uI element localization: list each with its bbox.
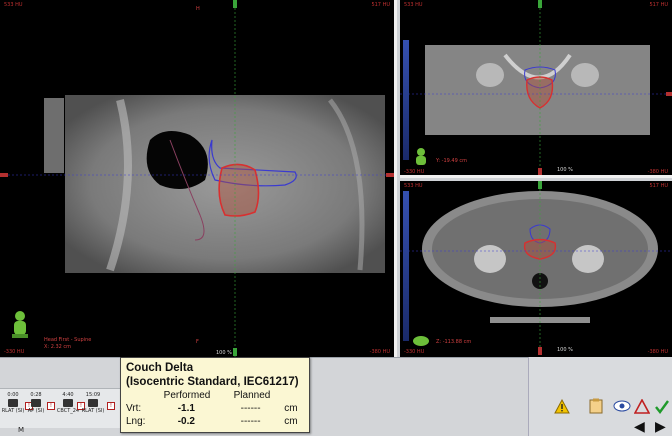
hu-label-top-right: 517 HU xyxy=(649,2,668,8)
crosshair-handle-top[interactable] xyxy=(538,181,542,189)
timeline-marker: M xyxy=(18,426,25,434)
coronal-image xyxy=(400,0,672,175)
zoom-level[interactable]: 100 % xyxy=(557,167,573,173)
hu-label-bottom-left: -330 HU xyxy=(404,349,425,355)
hu-label-top-right: 517 HU xyxy=(371,2,390,8)
cursor-coordinate: X: 2.32 cm xyxy=(44,344,72,350)
right-control-panel: ◀ ▶ xyxy=(528,357,672,436)
orientation-bottom-label: F xyxy=(196,339,199,345)
tooltip-header-row: Performed Planned xyxy=(126,389,304,402)
cursor-coordinate: Z: -113.88 cm xyxy=(436,339,472,345)
crosshair-handle-top[interactable] xyxy=(233,0,237,8)
tooltip-title: Couch Delta xyxy=(126,362,194,374)
unit: cm xyxy=(284,416,298,427)
timeline-time: 15:09 xyxy=(85,392,101,398)
crosshair-handle-left[interactable] xyxy=(0,173,8,177)
image-acquisition-icon xyxy=(31,399,41,407)
patient-orientation-icon xyxy=(412,148,430,166)
crosshair-handle-bottom[interactable] xyxy=(538,347,542,355)
patient-orientation-text: Head First - Supine xyxy=(44,337,92,343)
timeline-label: AP (SI) xyxy=(27,408,45,414)
sagittal-view[interactable]: 533 HU 517 HU H F Head First - Supine X:… xyxy=(0,0,397,357)
warning-icon[interactable] xyxy=(553,397,571,415)
tooltip-subtitle: (Isocentric Standard, IEC61217) xyxy=(126,376,299,388)
crosshair-handle-top[interactable] xyxy=(538,0,542,8)
hu-label-bottom-right: -380 HU xyxy=(647,169,668,175)
image-acquisition-icon xyxy=(8,399,18,407)
timeline-entry-3[interactable]: 15:09 RLAT (SI) xyxy=(80,392,106,414)
zoom-level[interactable]: 100 % xyxy=(216,350,232,356)
hu-label-top-left: 533 HU xyxy=(404,183,423,189)
hu-label-top-left: 533 HU xyxy=(404,2,423,8)
hu-label-bottom-left: -330 HU xyxy=(404,169,425,175)
check-icon[interactable] xyxy=(653,397,671,415)
application-window: 533 HU 517 HU H F Head First - Supine X:… xyxy=(0,0,672,436)
timeline-time: 4:40 xyxy=(62,392,74,398)
document-icon[interactable] xyxy=(587,397,605,415)
hu-label-top-left: 533 HU xyxy=(4,2,23,8)
timeline-time: 0:28 xyxy=(30,392,42,398)
tooltip-row-lng: Lng: -0.2 ------ cm xyxy=(126,415,304,428)
row-label: Vrt: xyxy=(126,403,142,414)
crosshair-handle-bottom[interactable] xyxy=(233,348,237,356)
image-acquisition-icon xyxy=(88,399,98,407)
patient-orientation-icon xyxy=(10,310,30,342)
timeline-entry-1[interactable]: 0:28 AP (SI) xyxy=(23,392,49,414)
performed-column-header: Performed xyxy=(163,390,211,401)
row-label: Lng: xyxy=(126,416,146,427)
couch-delta-tooltip: Couch Delta (Isocentric Standard, IEC612… xyxy=(120,357,310,433)
window-level-bar[interactable] xyxy=(403,191,409,341)
performed-value: -0.2 xyxy=(177,416,195,427)
timeline-label: RLAT (SI) xyxy=(81,408,105,414)
axial-view[interactable]: 533 HU 517 HU Z: -113.88 cm 100 % -330 H… xyxy=(400,181,672,357)
planned-value: ------ xyxy=(240,416,261,427)
tooltip-row-vrt: Vrt: -1.1 ------ cm xyxy=(126,402,304,415)
patient-orientation-icon xyxy=(412,333,430,347)
unit: cm xyxy=(284,403,298,414)
crosshair-handle-right[interactable] xyxy=(386,173,394,177)
alert-icon[interactable]: ! xyxy=(47,402,55,410)
planned-column-header: Planned xyxy=(233,390,271,401)
window-level-bar[interactable] xyxy=(403,40,409,160)
hu-label-bottom-left: -330 HU xyxy=(4,349,25,355)
image-acquisition-icon xyxy=(63,399,73,407)
delta-icon[interactable] xyxy=(633,397,651,415)
hu-label-bottom-right: -380 HU xyxy=(369,349,390,355)
zoom-level[interactable]: 100 % xyxy=(557,347,573,353)
arrow-left-icon[interactable]: ◀ xyxy=(634,419,645,435)
planned-value: ------ xyxy=(240,403,261,414)
alert-icon[interactable]: ! xyxy=(107,402,115,410)
hu-label-top-right: 517 HU xyxy=(649,183,668,189)
crosshair-handle-bottom[interactable] xyxy=(538,168,542,175)
eye-icon[interactable] xyxy=(613,397,631,415)
crosshair-handle-right[interactable] xyxy=(666,92,672,96)
axial-image xyxy=(400,181,672,357)
hu-label-bottom-right: -380 HU xyxy=(647,349,668,355)
performed-value: -1.1 xyxy=(177,403,195,414)
sagittal-image xyxy=(0,0,394,357)
arrow-right-icon[interactable]: ▶ xyxy=(655,419,666,435)
cursor-coordinate: Y: -19.49 cm xyxy=(436,158,467,164)
coronal-view[interactable]: 533 HU 517 HU Y: -19.49 cm 100 % -330 HU… xyxy=(400,0,672,178)
orientation-top-label: H xyxy=(196,6,200,12)
